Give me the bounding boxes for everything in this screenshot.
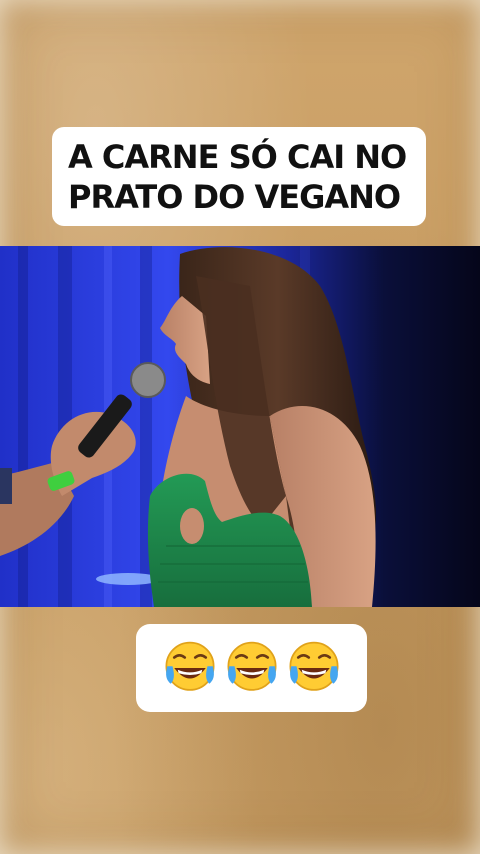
dress-cutout <box>180 508 204 544</box>
stage-scene <box>0 246 480 607</box>
laughing-emoji-3 <box>289 641 338 691</box>
laughing-emoji-2 <box>227 641 276 691</box>
top-caption-box: A CARNE SÓ CAI NO PRATO DO VEGANO <box>52 127 426 226</box>
interviewer-sleeve <box>0 468 12 504</box>
video-frame[interactable] <box>0 246 480 607</box>
top-caption-line-1: A CARNE SÓ CAI NO <box>68 138 407 176</box>
laughing-emoji-1 <box>165 641 214 691</box>
top-caption-line-2: PRATO DO VEGANO <box>68 178 401 216</box>
bottom-caption-box <box>136 624 367 712</box>
